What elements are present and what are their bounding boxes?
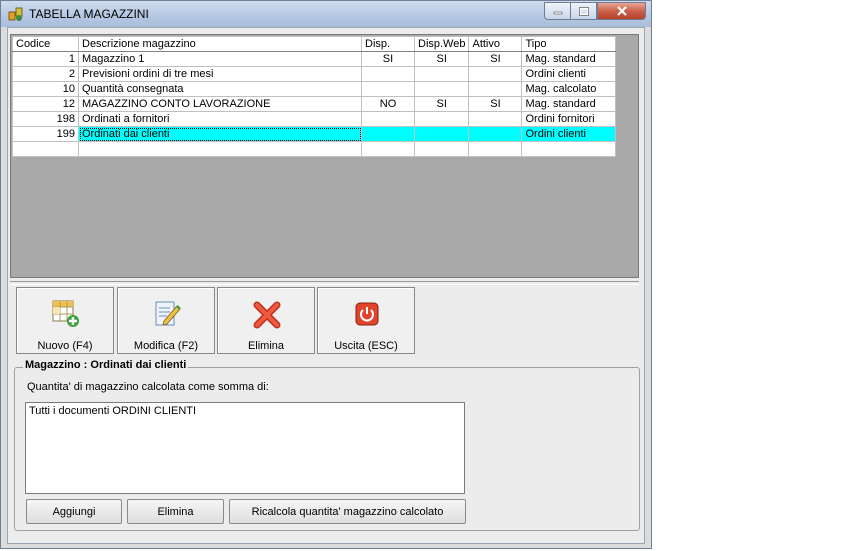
detail-description: Quantita' di magazzino calcolata come so… — [27, 381, 269, 393]
cell-codice[interactable]: 199 — [12, 126, 79, 142]
remove-button[interactable]: Elimina — [127, 499, 224, 524]
recalculate-button[interactable]: Ricalcola quantita' magazzino calcolato — [229, 499, 466, 524]
delete-x-icon — [253, 301, 281, 329]
cell-codice[interactable]: 1 — [12, 51, 79, 67]
edit-button[interactable]: Modifica (F2) — [117, 287, 215, 354]
header-codice[interactable]: Codice — [12, 36, 79, 52]
header-disp[interactable]: Disp. — [361, 36, 415, 52]
new-button[interactable]: Nuovo (F4) — [16, 287, 114, 354]
cell-disp-web[interactable] — [413, 141, 470, 157]
table-header: Codice Descrizione magazzino Disp. Disp.… — [12, 36, 617, 52]
cell-attivo[interactable] — [468, 81, 523, 97]
cell-descrizione[interactable]: Quantità consegnata — [78, 81, 362, 97]
cell-attivo[interactable]: SI — [468, 96, 523, 112]
cell-disp-web[interactable] — [413, 81, 470, 97]
cell-disp[interactable] — [361, 126, 415, 142]
cell-attivo[interactable] — [468, 126, 523, 142]
new-grid-icon — [52, 300, 79, 327]
cell-disp-web[interactable]: SI — [413, 51, 470, 67]
table-row-selected[interactable]: 199 Ordinati dai clienti Ordini clienti — [12, 126, 617, 142]
close-button[interactable] — [597, 2, 646, 20]
exit-button[interactable]: Uscita (ESC) — [317, 287, 415, 354]
warehouse-grid[interactable]: Codice Descrizione magazzino Disp. Disp.… — [10, 34, 639, 278]
cell-descrizione[interactable]: Previsioni ordini di tre mesi — [78, 66, 362, 82]
cell-disp-web[interactable] — [413, 126, 470, 142]
cell-disp-web[interactable] — [413, 111, 470, 127]
cell-disp[interactable]: SI — [361, 51, 415, 67]
cell-codice[interactable]: 198 — [12, 111, 79, 127]
add-button[interactable]: Aggiungi — [26, 499, 122, 524]
cell-tipo[interactable]: Mag. standard — [521, 51, 617, 67]
header-tipo[interactable]: Tipo — [521, 36, 617, 52]
delete-button-label: Elimina — [247, 340, 285, 352]
cell-disp[interactable] — [361, 81, 415, 97]
table-row[interactable]: 2 Previsioni ordini di tre mesi Ordini c… — [12, 66, 617, 82]
toolbar-separator — [10, 281, 639, 285]
cell-attivo[interactable] — [468, 111, 523, 127]
window-title: TABELLA MAGAZZINI — [29, 7, 149, 21]
header-disp-web[interactable]: Disp.Web — [413, 36, 470, 52]
cell-tipo[interactable]: Mag. calcolato — [521, 81, 617, 97]
cell-codice[interactable]: 12 — [12, 96, 79, 112]
cell-descrizione[interactable]: Ordinati a fornitori — [78, 111, 362, 127]
cell-disp[interactable]: NO — [361, 96, 415, 112]
exit-button-label: Uscita (ESC) — [334, 340, 398, 352]
app-icon — [8, 7, 23, 21]
edit-button-label: Modifica (F2) — [133, 340, 199, 352]
close-icon — [616, 6, 627, 16]
cell-descrizione[interactable] — [78, 141, 362, 157]
cell-descrizione[interactable]: Ordinati dai clienti — [78, 126, 362, 142]
maximize-button[interactable] — [570, 2, 597, 20]
group-title: Magazzino : Ordinati dai clienti — [23, 359, 189, 371]
header-descrizione[interactable]: Descrizione magazzino — [78, 36, 362, 52]
cell-disp[interactable] — [361, 141, 415, 157]
table-row-empty[interactable] — [12, 141, 617, 157]
cell-attivo[interactable]: SI — [468, 51, 523, 67]
cell-descrizione[interactable]: MAGAZZINO CONTO LAVORAZIONE — [78, 96, 362, 112]
list-item[interactable]: Tutti i documenti ORDINI CLIENTI — [29, 405, 461, 417]
cell-codice[interactable] — [12, 141, 79, 157]
cell-tipo[interactable] — [521, 141, 617, 157]
main-window: TABELLA MAGAZZINI Codice Descrizione mag… — [0, 0, 652, 549]
maximize-icon — [578, 6, 589, 16]
cell-attivo[interactable] — [468, 141, 523, 157]
title-bar[interactable]: TABELLA MAGAZZINI — [1, 1, 651, 27]
cell-codice[interactable]: 2 — [12, 66, 79, 82]
cell-disp-web[interactable]: SI — [413, 96, 470, 112]
cell-tipo[interactable]: Ordini clienti — [521, 126, 617, 142]
cell-attivo[interactable] — [468, 66, 523, 82]
cell-codice[interactable]: 10 — [12, 81, 79, 97]
cell-tipo[interactable]: Mag. standard — [521, 96, 617, 112]
cell-tipo[interactable]: Ordini fornitori — [521, 111, 617, 127]
cell-disp[interactable] — [361, 111, 415, 127]
cell-tipo[interactable]: Ordini clienti — [521, 66, 617, 82]
documents-listbox[interactable]: Tutti i documenti ORDINI CLIENTI — [25, 402, 465, 494]
cell-disp-web[interactable] — [413, 66, 470, 82]
table-row[interactable]: 10 Quantità consegnata Mag. calcolato — [12, 81, 617, 97]
new-button-label: Nuovo (F4) — [37, 340, 93, 352]
table-row[interactable]: 12 MAGAZZINO CONTO LAVORAZIONE NO SI SI … — [12, 96, 617, 112]
power-icon — [355, 302, 379, 326]
minimize-button[interactable] — [544, 2, 571, 20]
warehouse-table[interactable]: Codice Descrizione magazzino Disp. Disp.… — [12, 36, 617, 157]
cell-descrizione[interactable]: Magazzino 1 — [78, 51, 362, 67]
table-row[interactable]: 1 Magazzino 1 SI SI SI Mag. standard — [12, 51, 617, 67]
header-attivo[interactable]: Attivo — [468, 36, 523, 52]
minimize-icon — [553, 11, 562, 15]
delete-button[interactable]: Elimina — [217, 287, 315, 354]
cell-disp[interactable] — [361, 66, 415, 82]
table-row[interactable]: 198 Ordinati a fornitori Ordini fornitor… — [12, 111, 617, 127]
edit-document-icon — [155, 301, 181, 326]
